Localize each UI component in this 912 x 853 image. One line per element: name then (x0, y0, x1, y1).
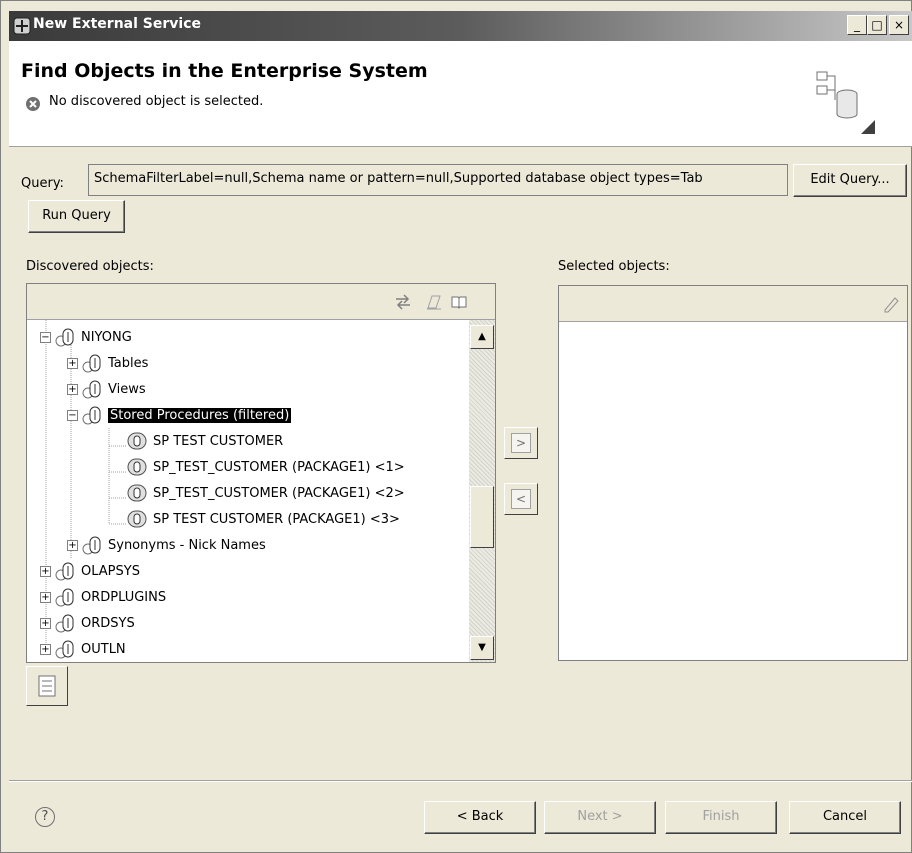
properties-button[interactable] (26, 666, 68, 706)
edit-pencil-icon[interactable] (882, 295, 900, 313)
next-button[interactable]: Next > (544, 801, 656, 834)
tree-node[interactable]: SP_TEST_CUSTOMER (PACKAGE1) <1> (127, 454, 405, 480)
book-icon[interactable] (450, 293, 468, 311)
edit-query-button[interactable]: Edit Query... (793, 164, 907, 197)
expand-toggle[interactable]: + (40, 643, 51, 655)
minimize-button[interactable]: _ (847, 15, 867, 35)
schema-icon (55, 328, 74, 347)
tree-node-label: Synonyms - Nick Names (108, 537, 266, 553)
back-button[interactable]: < Back (424, 801, 536, 834)
tree-node[interactable]: + Views (67, 376, 146, 402)
selected-toolbar (559, 286, 907, 322)
properties-list-icon (38, 675, 56, 697)
error-icon (26, 97, 40, 111)
discovered-objects-label: Discovered objects: (26, 259, 154, 274)
tree-node-label: NIYONG (81, 329, 132, 345)
maximize-button[interactable]: □ (867, 15, 887, 35)
selected-objects-panel (558, 285, 908, 661)
tree-node[interactable]: + OUTLN (40, 636, 126, 662)
collapse-toggle[interactable]: − (67, 409, 78, 421)
chevron-right-icon: > (511, 433, 531, 453)
discovered-objects-tree[interactable]: − NIYONG + Tables + Views − Stored Proce… (27, 320, 469, 662)
tree-node-label: Tables (108, 355, 149, 371)
collapse-toggle[interactable]: − (40, 331, 51, 343)
tree-node-label: SP_TEST_CUSTOMER (PACKAGE1) <1> (153, 459, 405, 475)
tree-node[interactable]: SP TEST CUSTOMER (PACKAGE1) <3> (127, 506, 400, 532)
expand-toggle[interactable]: + (40, 591, 51, 603)
query-field[interactable]: SchemaFilterLabel=null,Schema name or pa… (88, 164, 788, 196)
tree-node[interactable]: + OLAPSYS (40, 558, 140, 584)
title-bar: New External Service _ □ × (9, 11, 912, 41)
database-wizard-icon (816, 71, 875, 134)
tree-node-label: Stored Procedures (filtered) (108, 407, 292, 423)
schema-icon (82, 354, 101, 373)
procedure-icon (127, 484, 147, 502)
page-title: Find Objects in the Enterprise System (21, 60, 428, 82)
chevron-left-icon: < (511, 489, 531, 509)
tree-node[interactable]: SP TEST CUSTOMER (127, 428, 283, 454)
tree-node-label: ORDSYS (81, 615, 135, 631)
window-title: New External Service (33, 16, 201, 32)
add-selected-button[interactable]: > (504, 427, 538, 459)
app-icon (13, 17, 31, 35)
schema-icon (82, 406, 101, 425)
tree-node-label: Views (108, 381, 146, 397)
expand-toggle[interactable]: + (40, 565, 51, 577)
tree-node[interactable]: − Stored Procedures (filtered) (67, 402, 292, 428)
schema-icon (55, 562, 74, 581)
tree-node-label: OLAPSYS (81, 563, 140, 579)
schema-icon (55, 640, 74, 659)
schema-icon (82, 380, 101, 399)
discovered-toolbar (27, 284, 495, 320)
procedure-icon (127, 510, 147, 528)
tree-node[interactable]: + ORDPLUGINS (40, 584, 166, 610)
footer-separator (9, 780, 912, 782)
edit-icon[interactable] (425, 293, 443, 311)
tree-node[interactable]: SP_TEST_CUSTOMER (PACKAGE1) <2> (127, 480, 405, 506)
cancel-button[interactable]: Cancel (789, 801, 901, 834)
procedure-icon (127, 432, 147, 450)
tree-node-label: SP TEST CUSTOMER (PACKAGE1) <3> (153, 511, 400, 527)
tree-node-label: ORDPLUGINS (81, 589, 167, 605)
scroll-down-button[interactable]: ▼ (470, 636, 494, 660)
new-external-service-dialog: New External Service _ □ × Find Objects … (0, 0, 912, 853)
selected-objects-label: Selected objects: (558, 259, 670, 274)
filter-arrows-icon[interactable] (394, 293, 412, 311)
query-label: Query: (21, 176, 64, 191)
tree-node[interactable]: + Synonyms - Nick Names (67, 532, 266, 558)
finish-button[interactable]: Finish (665, 801, 777, 834)
scroll-thumb[interactable] (470, 486, 494, 548)
wizard-header: Find Objects in the Enterprise System No… (9, 41, 912, 147)
help-icon[interactable]: ? (35, 807, 55, 827)
status-message: No discovered object is selected. (49, 94, 264, 109)
expand-toggle[interactable]: + (40, 617, 51, 629)
tree-node[interactable]: + Tables (67, 350, 148, 376)
tree-node-label: SP TEST CUSTOMER (153, 433, 284, 449)
discovered-objects-panel: − NIYONG + Tables + Views − Stored Proce… (26, 283, 496, 663)
tree-node-label: OUTLN (81, 641, 126, 657)
tree-node-label: SP_TEST_CUSTOMER (PACKAGE1) <2> (153, 485, 405, 501)
schema-icon (55, 614, 74, 633)
expand-toggle[interactable]: + (67, 383, 78, 395)
run-query-button[interactable]: Run Query (28, 200, 125, 233)
expand-toggle[interactable]: + (67, 357, 78, 369)
scroll-up-button[interactable]: ▲ (470, 325, 494, 349)
tree-node[interactable]: − NIYONG (40, 324, 132, 350)
close-button[interactable]: × (889, 15, 909, 35)
procedure-icon (127, 458, 147, 476)
tree-node[interactable]: + ORDSYS (40, 610, 135, 636)
schema-icon (55, 588, 74, 607)
schema-icon (82, 536, 101, 555)
remove-selected-button[interactable]: < (504, 483, 538, 515)
tree-vertical-scrollbar[interactable]: ▲ ▼ (469, 320, 495, 662)
expand-toggle[interactable]: + (67, 539, 78, 551)
